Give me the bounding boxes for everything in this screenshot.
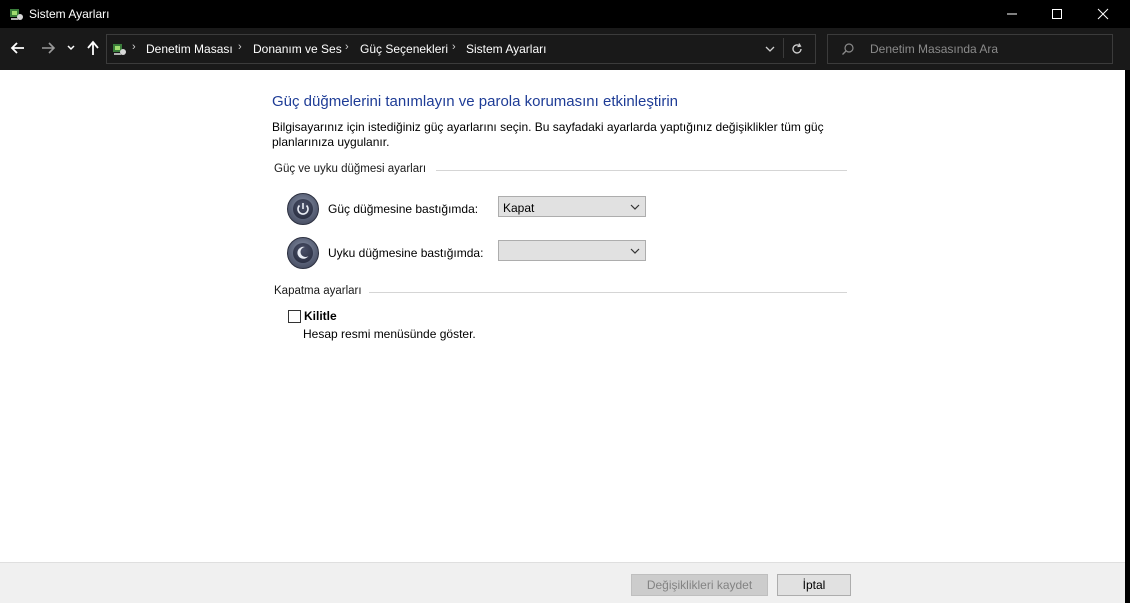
title-bar: Sistem Ayarları xyxy=(0,0,1130,28)
sleep-button-label: Uyku düğmesine bastığımda: xyxy=(328,246,484,260)
refresh-button[interactable] xyxy=(790,40,806,56)
close-button[interactable] xyxy=(1080,0,1126,28)
page-description: Bilgisayarınız için istediğiniz güç ayar… xyxy=(272,120,824,149)
main-content: Güç düğmelerini tanımlayın ve parola kor… xyxy=(0,70,1130,562)
forward-arrow-icon xyxy=(42,42,56,54)
forward-button[interactable] xyxy=(39,39,59,59)
breadcrumb-item[interactable]: Güç Seçenekleri xyxy=(360,42,448,56)
up-arrow-icon xyxy=(87,40,99,55)
control-panel-icon xyxy=(8,6,24,22)
sleep-button-setting: Uyku düğmesine bastığımda: xyxy=(287,237,667,271)
back-arrow-icon xyxy=(10,42,24,54)
chevron-right-icon: › xyxy=(452,41,456,53)
group-divider xyxy=(436,170,847,171)
breadcrumb-item[interactable]: Denetim Masası xyxy=(146,42,233,56)
recent-locations-button[interactable] xyxy=(65,39,77,59)
shutdown-group-title: Kapatma ayarları xyxy=(274,285,368,297)
power-button-label: Güç düğmesine bastığımda: xyxy=(328,202,479,216)
refresh-icon xyxy=(792,43,802,54)
chevron-right-icon: › xyxy=(132,41,136,53)
chevron-down-icon xyxy=(765,46,775,52)
breadcrumb-item[interactable]: Sistem Ayarları xyxy=(466,42,546,56)
group-divider xyxy=(369,292,847,293)
footer-bar: Değişiklikleri kaydet İptal xyxy=(0,562,1130,603)
breadcrumb-item[interactable]: Donanım ve Ses xyxy=(253,42,342,56)
power-button-action-value: Kapat xyxy=(503,201,535,215)
address-dropdown-button[interactable] xyxy=(763,42,777,56)
control-panel-icon xyxy=(111,41,127,57)
lock-checkbox[interactable] xyxy=(288,310,301,323)
up-button[interactable] xyxy=(84,39,104,59)
lock-description: Hesap resmi menüsünde göster. xyxy=(303,327,476,341)
sleep-button-action-select[interactable] xyxy=(498,240,646,261)
save-changes-button[interactable]: Değişiklikleri kaydet xyxy=(631,574,768,596)
navigation-bar: › Denetim Masası › Donanım ve Ses › Güç … xyxy=(0,28,1130,70)
search-box[interactable] xyxy=(827,34,1113,64)
power-button-action-select[interactable]: Kapat xyxy=(498,196,646,217)
cancel-button[interactable]: İptal xyxy=(777,574,851,596)
chevron-right-icon: › xyxy=(345,41,349,53)
sleep-button-icon xyxy=(287,237,319,269)
minimize-button[interactable] xyxy=(989,0,1035,28)
page-title: Güç düğmelerini tanımlayın ve parola kor… xyxy=(272,93,679,110)
chevron-down-icon xyxy=(630,204,640,210)
maximize-button[interactable] xyxy=(1034,0,1080,28)
window-title: Sistem Ayarları xyxy=(29,7,110,21)
back-button[interactable] xyxy=(9,39,29,59)
lock-label[interactable]: Kilitle xyxy=(304,309,337,323)
search-icon xyxy=(842,43,854,55)
divider xyxy=(783,38,784,58)
address-bar[interactable]: › Denetim Masası › Donanım ve Ses › Güç … xyxy=(106,34,816,64)
chevron-down-icon xyxy=(630,248,640,254)
power-button-setting: Güç düğmesine bastığımda: Kapat xyxy=(287,193,667,227)
search-input[interactable] xyxy=(868,40,1102,58)
power-button-icon xyxy=(287,193,319,225)
power-group-title: Güç ve uyku düğmesi ayarları xyxy=(274,163,433,175)
window-edge xyxy=(1125,70,1130,603)
chevron-right-icon: › xyxy=(238,41,242,53)
chevron-down-icon xyxy=(67,45,75,51)
